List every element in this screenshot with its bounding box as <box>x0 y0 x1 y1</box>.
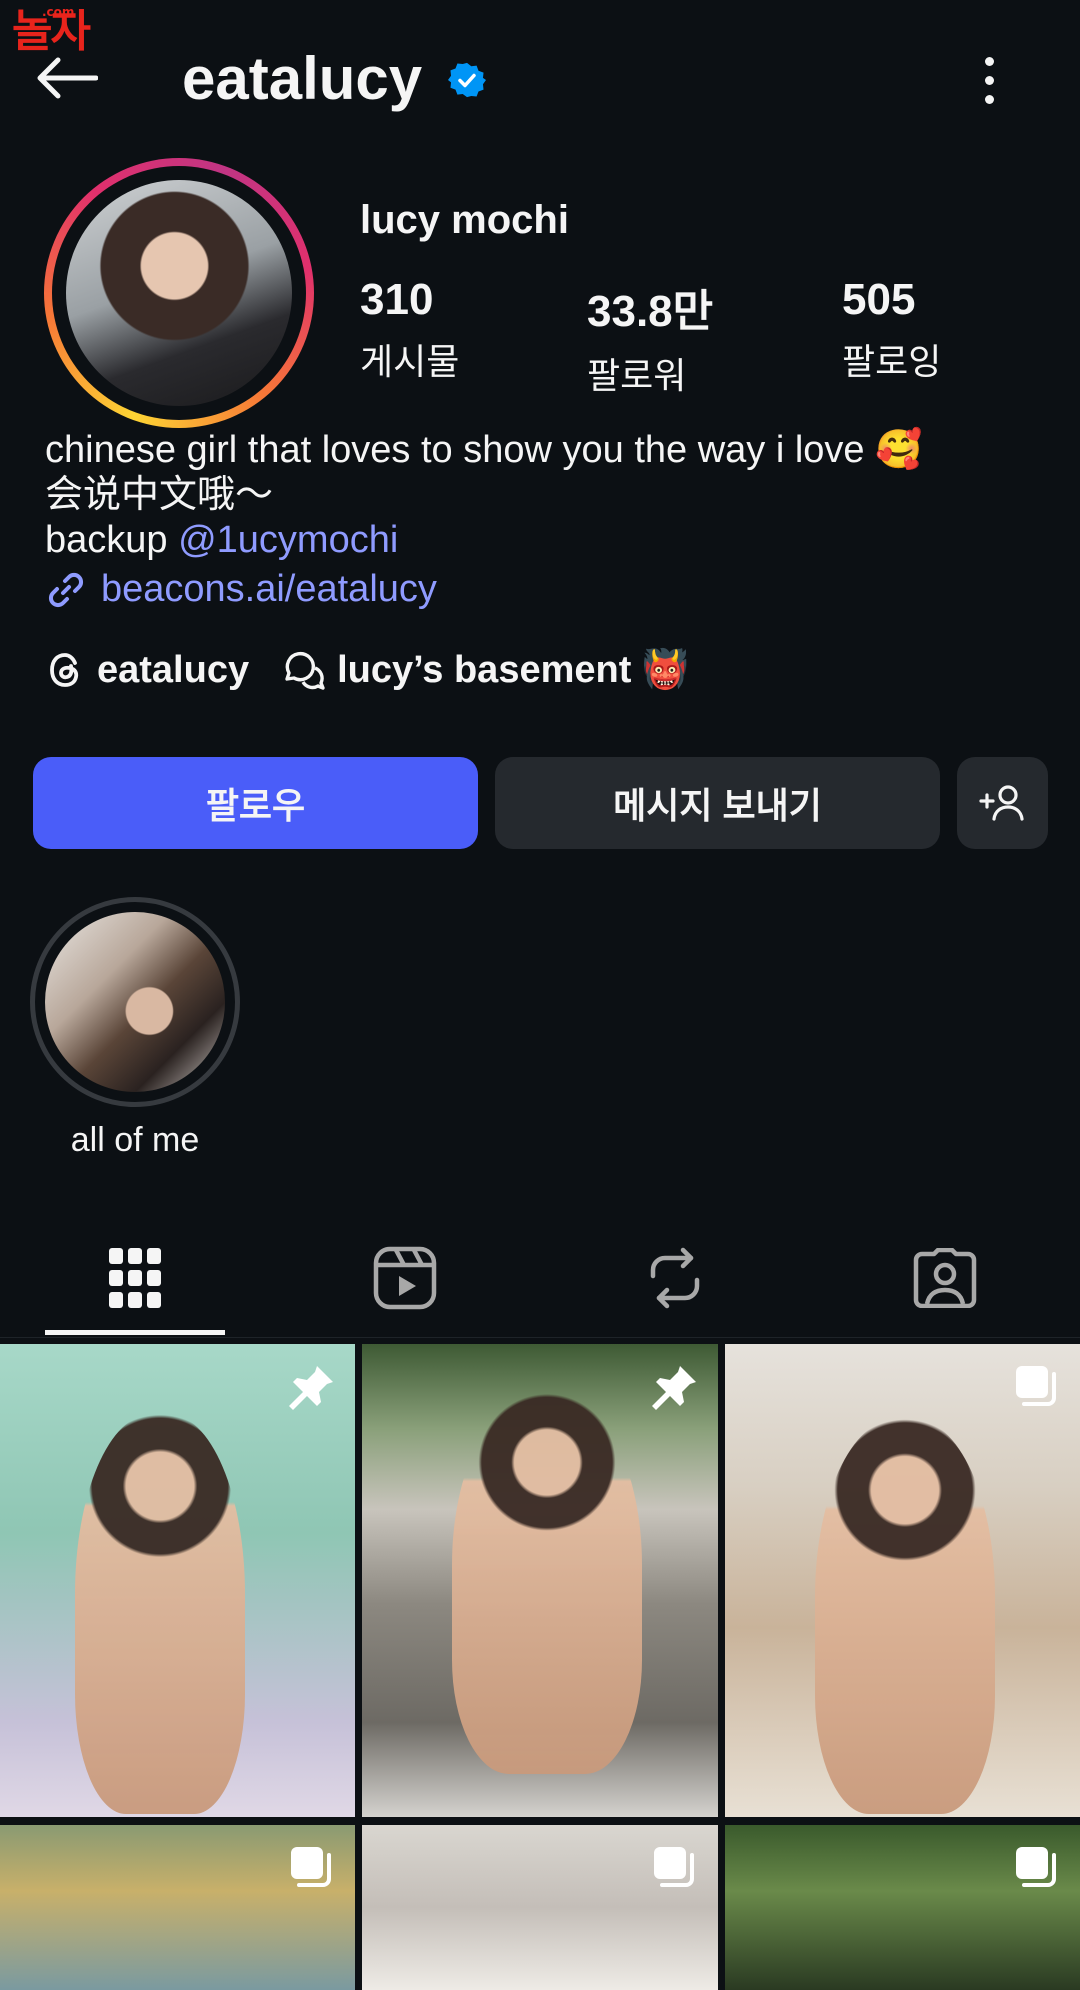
grid-post[interactable] <box>362 1344 718 1817</box>
tab-tagged[interactable] <box>855 1220 1035 1335</box>
back-button[interactable] <box>30 48 102 108</box>
threads-label[interactable]: eatalucy <box>97 649 249 692</box>
tagged-icon <box>913 1247 977 1308</box>
profile-tabs <box>0 1220 1080 1338</box>
bio-line: 会说中文哦～ <box>45 474 274 516</box>
carousel-icon <box>1016 1366 1056 1406</box>
link-icon <box>48 572 84 607</box>
bio-line: backup @1ucymochi <box>45 519 399 561</box>
carousel-icon <box>291 1847 331 1887</box>
grid-post[interactable] <box>0 1344 355 1817</box>
tab-reels[interactable] <box>315 1220 495 1335</box>
grid-post[interactable] <box>725 1344 1080 1817</box>
profile-actions: 팔로우 메시지 보내기 <box>33 757 1048 849</box>
story-highlight[interactable]: all of me <box>30 897 240 1160</box>
more-dot-icon <box>984 94 994 104</box>
message-button[interactable]: 메시지 보내기 <box>495 757 940 849</box>
channel-label[interactable]: lucy’s basement 👹 <box>337 648 689 692</box>
more-options-button[interactable] <box>970 50 1008 110</box>
display-name: lucy mochi <box>360 198 569 242</box>
add-person-icon <box>978 785 1024 821</box>
tab-posts-grid[interactable] <box>45 1220 225 1335</box>
broadcast-channel-icon <box>285 651 325 690</box>
profile-avatar[interactable] <box>66 180 292 406</box>
stat-following-label: 팔로잉 <box>842 341 942 382</box>
profile-link-text[interactable]: beacons.ai/eatalucy <box>101 568 437 611</box>
posts-grid <box>0 1344 1080 1990</box>
profile-link[interactable]: beacons.ai/eatalucy <box>45 568 437 611</box>
grid-icon <box>109 1247 161 1308</box>
back-arrow-icon <box>37 57 98 99</box>
top-bar: eatalucy <box>0 0 1080 160</box>
highlight-cover <box>45 912 225 1092</box>
stat-following[interactable]: 505 팔로잉 <box>842 275 941 385</box>
stat-posts-label: 게시물 <box>360 341 460 382</box>
bio-mention-link[interactable]: @1ucymochi <box>178 519 398 561</box>
grid-post[interactable] <box>362 1825 718 1990</box>
stat-followers-value: 33.8만 <box>587 287 714 336</box>
pin-icon <box>289 1366 333 1410</box>
grid-post[interactable] <box>0 1825 355 1990</box>
carousel-icon <box>1016 1847 1056 1887</box>
profile-bio: chinese girl that loves to show you the … <box>45 428 1045 563</box>
stat-posts-value: 310 <box>360 275 434 324</box>
carousel-icon <box>654 1847 694 1887</box>
post-photo-subject <box>815 1419 995 1814</box>
more-dot-icon <box>984 75 994 85</box>
highlight-label: all of me <box>70 1121 200 1159</box>
tab-reposts[interactable] <box>585 1220 765 1335</box>
profile-username: eatalucy <box>182 45 423 112</box>
stat-following-value: 505 <box>842 275 916 324</box>
highlight-ring <box>30 897 240 1107</box>
channel-chip[interactable]: lucy’s basement 👹 <box>281 648 689 692</box>
threads-chip[interactable]: eatalucy <box>45 649 249 692</box>
threads-icon <box>50 653 79 687</box>
grid-post[interactable] <box>725 1825 1080 1990</box>
post-photo-subject <box>75 1414 245 1814</box>
stat-followers[interactable]: 33.8만 팔로워 <box>587 275 713 399</box>
verified-badge-icon <box>448 62 486 98</box>
suggested-users-button[interactable] <box>957 757 1048 849</box>
stat-followers-label: 팔로워 <box>587 355 687 396</box>
pin-icon <box>652 1366 696 1410</box>
reposts-icon <box>650 1247 700 1308</box>
reels-icon <box>373 1246 437 1309</box>
bio-line: chinese girl that loves to show you the … <box>45 429 923 471</box>
more-dot-icon <box>984 56 994 66</box>
follow-button[interactable]: 팔로우 <box>33 757 478 849</box>
stat-posts[interactable]: 310 게시물 <box>360 275 459 385</box>
profile-channels: eatalucy lucy’s basement 👹 <box>45 648 709 692</box>
post-photo-subject <box>452 1394 642 1774</box>
